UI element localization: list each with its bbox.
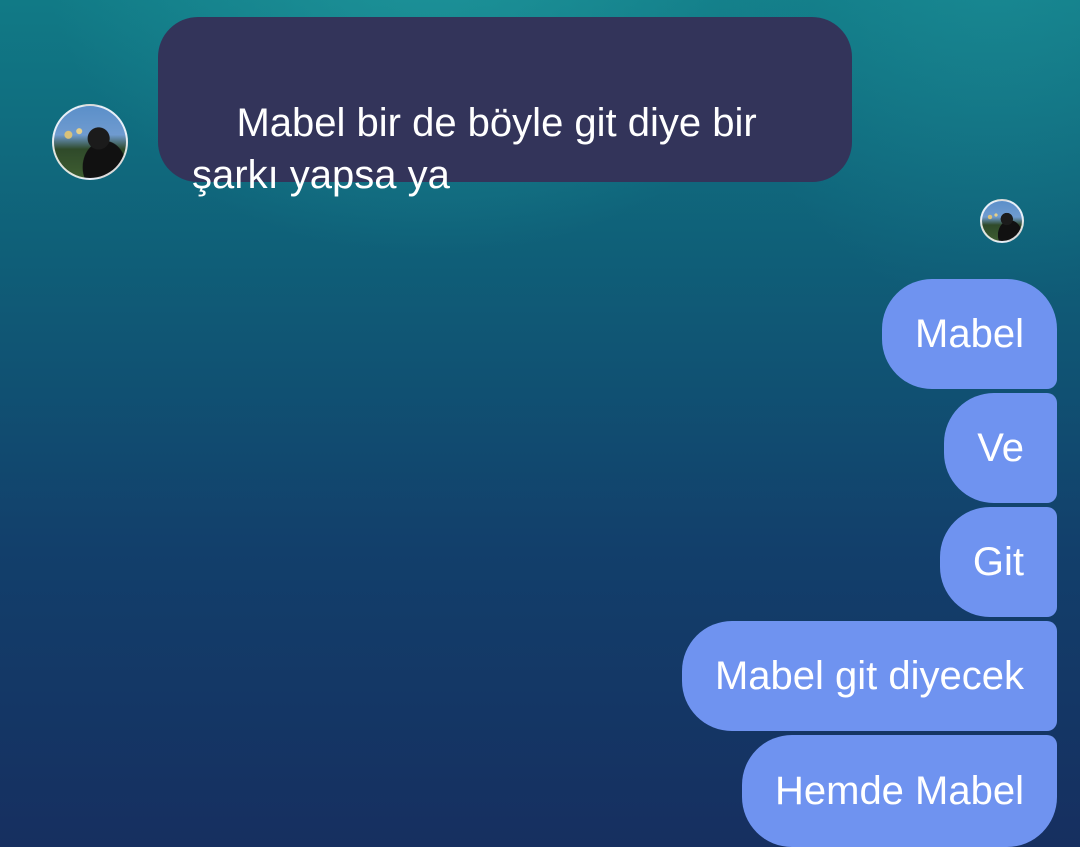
sender-avatar[interactable]: [52, 104, 128, 180]
outgoing-message-text: Hemde Mabel: [774, 769, 1024, 813]
incoming-message-text: Mabel bir de böyle git diye bir şarkı ya…: [192, 101, 757, 197]
incoming-message-bubble[interactable]: Mabel bir de böyle git diye bir şarkı ya…: [158, 17, 852, 197]
outgoing-message-text: Mabel git diyecek: [714, 654, 1024, 698]
outgoing-message-text: Mabel: [915, 312, 1024, 356]
outgoing-message-bubble[interactable]: Mabel: [882, 279, 1057, 389]
outgoing-message-bubble[interactable]: Hemde Mabel: [741, 735, 1057, 847]
outgoing-message-text: Ve: [977, 426, 1024, 470]
outgoing-message-bubble[interactable]: Mabel git diyecek: [681, 621, 1057, 731]
read-receipt-avatar: [980, 199, 1024, 243]
outgoing-message-text: Git: [972, 540, 1024, 584]
outgoing-message-bubble[interactable]: Ve: [944, 393, 1057, 503]
outgoing-message-bubble[interactable]: Git: [939, 507, 1057, 617]
chat-thread: Mabel bir de böyle git diye bir şarkı ya…: [0, 0, 1080, 847]
